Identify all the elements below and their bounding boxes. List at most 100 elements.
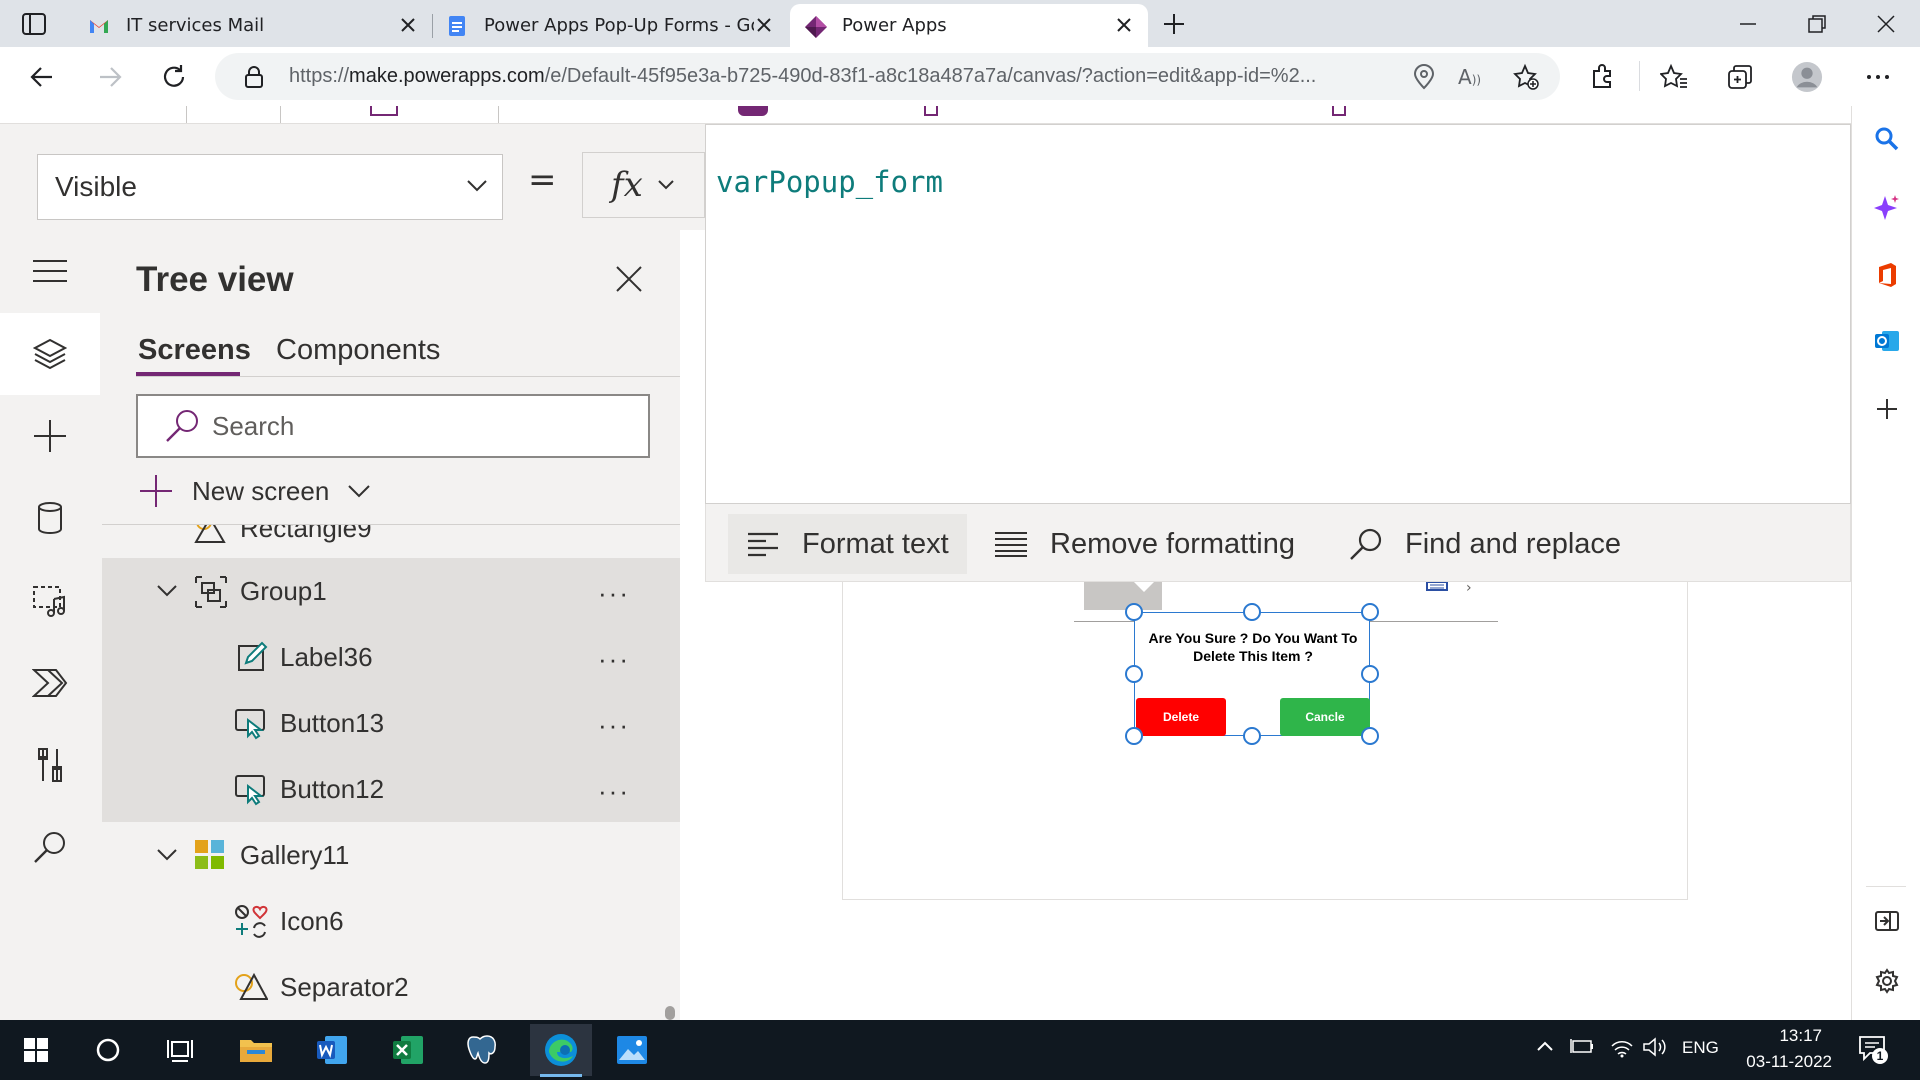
sparkle-icon[interactable]	[1874, 194, 1900, 220]
search-circle-icon[interactable]	[88, 1030, 128, 1070]
calendar-icon[interactable]	[1425, 582, 1449, 592]
refresh-icon[interactable]	[158, 61, 190, 93]
formula-editor[interactable]: varPopup_form	[705, 124, 1851, 504]
delete-button[interactable]: Delete	[1136, 698, 1226, 736]
restore-icon[interactable]	[1805, 12, 1829, 36]
tree-view-button[interactable]	[0, 313, 100, 395]
chevron-down-icon[interactable]	[156, 584, 178, 598]
fx-button[interactable]: fx	[582, 152, 705, 218]
tree-item-label36[interactable]: Label36 ···	[102, 624, 680, 690]
resize-handle[interactable]	[1361, 665, 1379, 683]
search-icon[interactable]	[1874, 126, 1900, 152]
popup-message[interactable]: Are You Sure ? Do You Want To Delete Thi…	[1135, 629, 1371, 665]
photos-icon[interactable]	[612, 1030, 652, 1070]
tab-screens[interactable]: Screens	[138, 334, 251, 367]
resize-handle[interactable]	[1361, 727, 1379, 745]
tree-item-icon6[interactable]: Icon6	[102, 888, 680, 954]
wifi-icon[interactable]	[1610, 1036, 1634, 1058]
volume-icon[interactable]	[1642, 1036, 1668, 1058]
windows-start-icon[interactable]	[16, 1030, 56, 1070]
format-text-button[interactable]: Format text	[728, 514, 967, 574]
new-tab-icon[interactable]	[1162, 12, 1186, 36]
screen-header-shape[interactable]	[1084, 582, 1162, 610]
tab-components[interactable]: Components	[276, 334, 440, 367]
tree-item-button12[interactable]: Button12 ···	[102, 756, 680, 822]
office-icon[interactable]	[1874, 262, 1900, 288]
resize-handle[interactable]	[1361, 603, 1379, 621]
edge-browser-icon[interactable]	[530, 1024, 592, 1077]
resize-handle[interactable]	[1243, 603, 1261, 621]
tree-item-gallery11[interactable]: Gallery11	[102, 822, 680, 888]
read-aloud-icon[interactable]: A))	[1458, 65, 1481, 89]
excel-icon[interactable]	[388, 1030, 428, 1070]
tree-item-button13[interactable]: Button13 ···	[102, 690, 680, 756]
tree-item-separator2[interactable]: Separator2	[102, 954, 680, 1020]
more-options-icon[interactable]: ···	[598, 776, 630, 807]
find-replace-button[interactable]: Find and replace	[1349, 514, 1621, 574]
collections-icon[interactable]	[1724, 61, 1756, 93]
cancel-button[interactable]: Cancle	[1280, 698, 1370, 736]
close-tab-icon[interactable]	[754, 15, 774, 35]
tree-item-rectangle9[interactable]: Rectangle9	[102, 525, 680, 561]
notification-icon[interactable]: 1	[1858, 1034, 1888, 1064]
clock-time[interactable]: 13:17	[1779, 1026, 1822, 1046]
media-button[interactable]	[0, 560, 100, 642]
close-tab-icon[interactable]	[398, 15, 418, 35]
more-options-icon[interactable]: ···	[598, 644, 630, 675]
hide-sidebar-icon[interactable]	[1874, 908, 1900, 934]
outlook-icon[interactable]	[1874, 328, 1900, 354]
tab-actions-icon[interactable]	[22, 13, 46, 35]
windows-taskbar: ENG 13:17 03-11-2022 1	[0, 1020, 1920, 1080]
add-icon[interactable]	[1874, 396, 1900, 422]
close-window-icon[interactable]	[1874, 12, 1898, 36]
more-options-icon[interactable]: ···	[598, 710, 630, 741]
tab-docs[interactable]: Power Apps Pop-Up Forms - Goo	[434, 4, 788, 47]
lock-icon[interactable]	[243, 65, 265, 89]
search-input[interactable]: Search	[136, 394, 650, 458]
hamburger-menu-button[interactable]	[0, 230, 100, 312]
data-button[interactable]	[0, 477, 100, 559]
tree-item-group1[interactable]: Group1 ···	[102, 558, 680, 624]
insert-button[interactable]	[0, 395, 100, 477]
tab-gmail[interactable]: IT services Mail	[72, 4, 432, 47]
clock-date[interactable]: 03-11-2022	[1746, 1052, 1832, 1072]
new-screen-button[interactable]: New screen	[138, 466, 371, 516]
resize-handle[interactable]	[1125, 665, 1143, 683]
formula-text[interactable]: varPopup_form	[716, 165, 943, 199]
battery-icon[interactable]	[1570, 1038, 1594, 1054]
minimize-icon[interactable]	[1736, 12, 1760, 36]
remove-formatting-button[interactable]: Remove formatting	[994, 514, 1295, 574]
more-options-icon[interactable]: ···	[598, 578, 630, 609]
property-dropdown[interactable]: Visible	[37, 154, 503, 220]
resize-handle[interactable]	[1125, 603, 1143, 621]
more-options-icon[interactable]	[1862, 61, 1894, 93]
power-automate-button[interactable]	[0, 642, 100, 724]
tab-power-apps[interactable]: Power Apps	[790, 4, 1148, 47]
favorites-icon[interactable]	[1658, 61, 1690, 93]
postgresql-icon[interactable]	[462, 1030, 502, 1070]
settings-gear-icon[interactable]	[1874, 968, 1900, 994]
task-view-icon[interactable]	[160, 1030, 200, 1070]
profile-avatar-icon[interactable]	[1791, 61, 1823, 93]
file-explorer-icon[interactable]	[236, 1030, 276, 1070]
word-icon[interactable]	[312, 1030, 352, 1070]
resize-handle[interactable]	[1243, 727, 1261, 745]
forward-icon[interactable]	[94, 61, 126, 93]
chevron-right-icon[interactable]: ›	[1466, 580, 1472, 596]
extensions-icon[interactable]	[1586, 61, 1618, 93]
add-favorite-icon[interactable]	[1512, 63, 1540, 91]
resize-handle[interactable]	[1125, 727, 1143, 745]
search-rail-button[interactable]	[0, 806, 100, 888]
address-bar[interactable]: https://make.powerapps.com/e/Default-45f…	[215, 53, 1560, 100]
close-icon[interactable]	[614, 264, 644, 294]
url-text[interactable]: https://make.powerapps.com/e/Default-45f…	[289, 65, 1389, 88]
close-tab-icon[interactable]	[1114, 15, 1134, 35]
chevron-down-icon[interactable]	[156, 848, 178, 862]
language-indicator[interactable]: ENG	[1682, 1038, 1719, 1058]
scrollbar-thumb[interactable]	[665, 1006, 675, 1020]
delete-confirmation-popup[interactable]: Are You Sure ? Do You Want To Delete Thi…	[1134, 612, 1370, 736]
advanced-tools-button[interactable]	[0, 724, 100, 806]
chevron-up-icon[interactable]	[1536, 1040, 1554, 1052]
location-icon[interactable]	[1412, 64, 1436, 90]
back-icon[interactable]	[26, 61, 58, 93]
